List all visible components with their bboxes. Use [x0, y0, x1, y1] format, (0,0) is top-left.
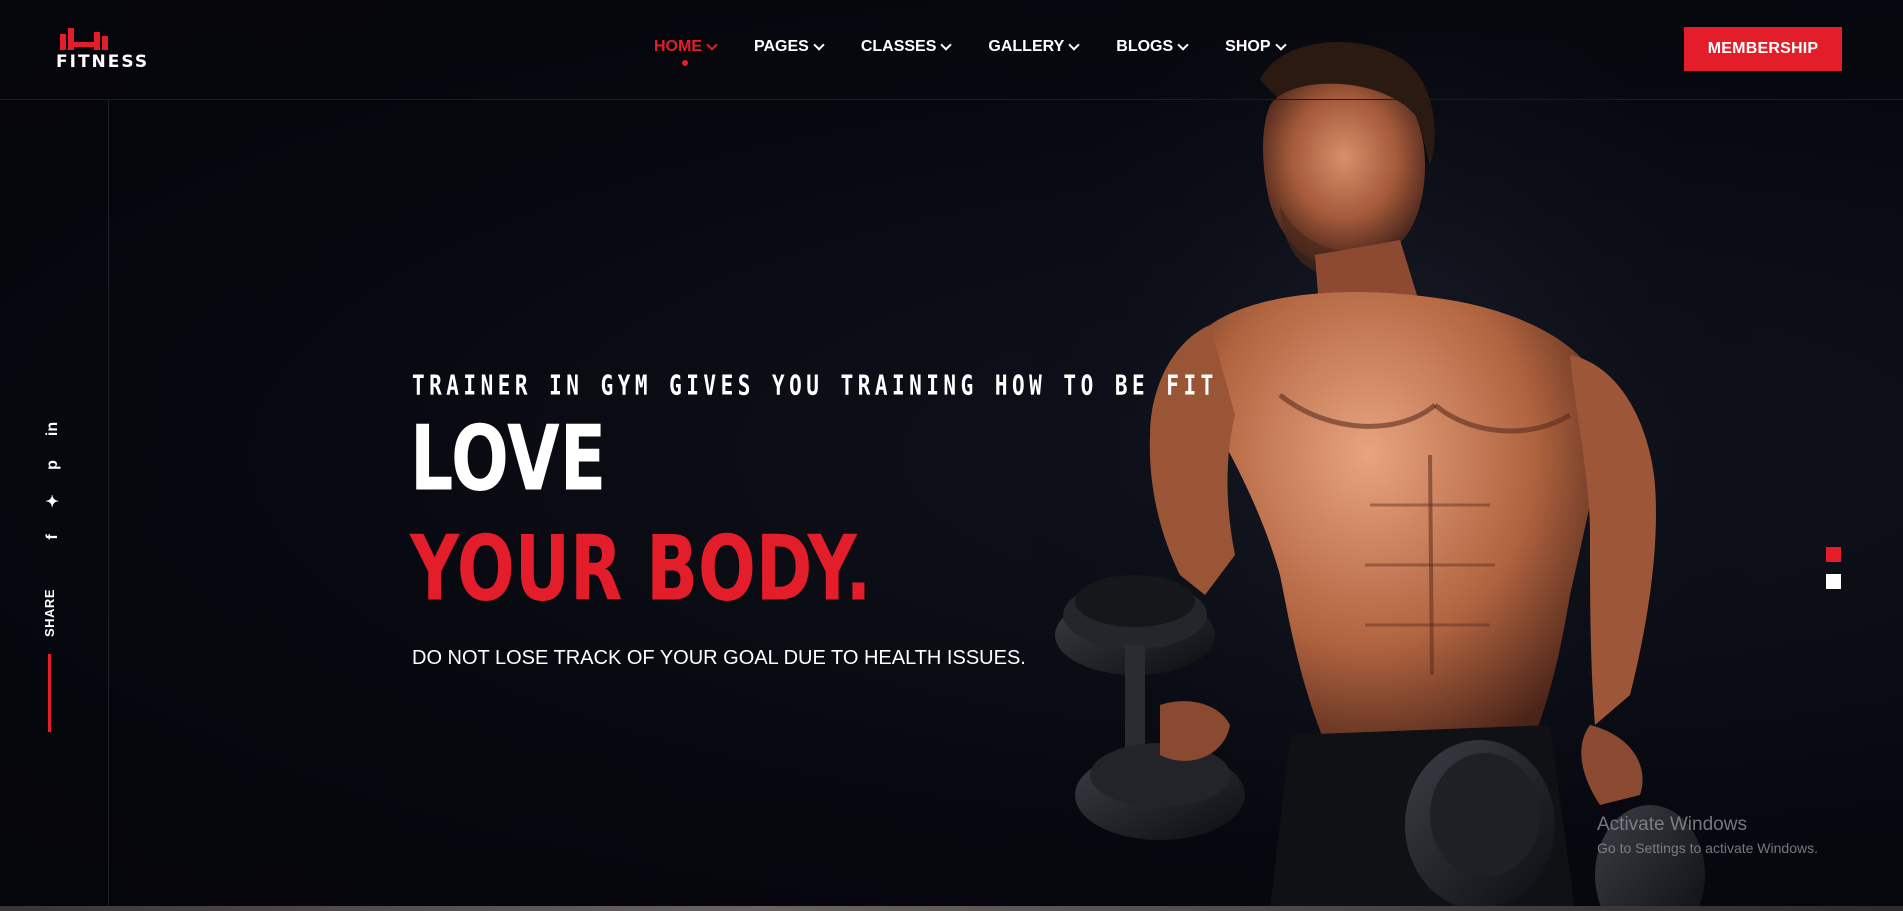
- watermark-title: Activate Windows: [1597, 814, 1747, 835]
- share-label: SHARE: [42, 589, 57, 638]
- social-links: in p ✦ f: [38, 418, 68, 548]
- slider-pagination: [1826, 547, 1841, 589]
- chevron-down-icon: [1177, 39, 1189, 51]
- nav-item-gallery[interactable]: GALLERY: [988, 38, 1080, 56]
- slider-dot-2[interactable]: [1826, 574, 1841, 589]
- nav-item-label: GALLERY: [988, 38, 1065, 55]
- dumbbell-logo-icon: [60, 28, 108, 50]
- hero-image: [1030, 35, 1750, 911]
- next-section-edge: [0, 906, 1903, 911]
- pinterest-icon[interactable]: p: [42, 454, 64, 476]
- chevron-down-icon: [1274, 39, 1287, 51]
- hero-headline-line2: YOUR BODY.: [410, 516, 872, 622]
- active-indicator-dot: [682, 60, 688, 66]
- nav-item-home[interactable]: HOME: [654, 38, 718, 66]
- nav-item-label: BLOGS: [1116, 38, 1174, 55]
- watermark-subtitle: Go to Settings to activate Windows.: [1597, 840, 1818, 856]
- share-accent-line: [48, 654, 51, 732]
- nav-item-shop[interactable]: SHOP: [1225, 38, 1287, 56]
- nav-item-label: SHOP: [1225, 38, 1271, 55]
- site-header: FITNESS HOME PAGES CLASSES GALLERY BLOGS: [0, 0, 1903, 100]
- nav-item-classes[interactable]: CLASSES: [860, 38, 953, 56]
- sidebar-divider: [108, 100, 109, 908]
- nav-item-label: HOME: [654, 38, 702, 55]
- membership-button[interactable]: MEMBERSHIP: [1684, 27, 1842, 71]
- windows-activation-watermark: Activate Windows Go to Settings to activ…: [1597, 814, 1818, 856]
- slider-dot-1[interactable]: [1826, 547, 1841, 562]
- chevron-down-icon: [1068, 39, 1080, 51]
- main-nav: HOME PAGES CLASSES GALLERY BLOGS SHOP: [654, 38, 1323, 66]
- chevron-down-icon: [940, 39, 953, 51]
- hero-headline-line1: LOVE: [410, 406, 607, 512]
- chevron-down-icon: [813, 39, 825, 51]
- logo[interactable]: FITNESS: [56, 24, 147, 74]
- linkedin-icon[interactable]: in: [42, 418, 64, 440]
- chevron-down-icon: [706, 39, 718, 51]
- page: FITNESS HOME PAGES CLASSES GALLERY BLOGS: [0, 0, 1903, 911]
- twitter-icon[interactable]: ✦: [42, 490, 64, 512]
- facebook-icon[interactable]: f: [42, 526, 64, 548]
- nav-item-blogs[interactable]: BLOGS: [1116, 38, 1189, 56]
- nav-item-label: CLASSES: [860, 38, 937, 55]
- nav-item-label: PAGES: [754, 38, 809, 55]
- hero-subtext: DO NOT LOSE TRACK OF YOUR GOAL DUE TO HE…: [412, 647, 1026, 669]
- hero-eyebrow: TRAINER IN GYM GIVES YOU TRAINING HOW TO…: [412, 370, 1218, 402]
- logo-text: FITNESS: [56, 52, 150, 72]
- nav-item-pages[interactable]: PAGES: [754, 38, 825, 56]
